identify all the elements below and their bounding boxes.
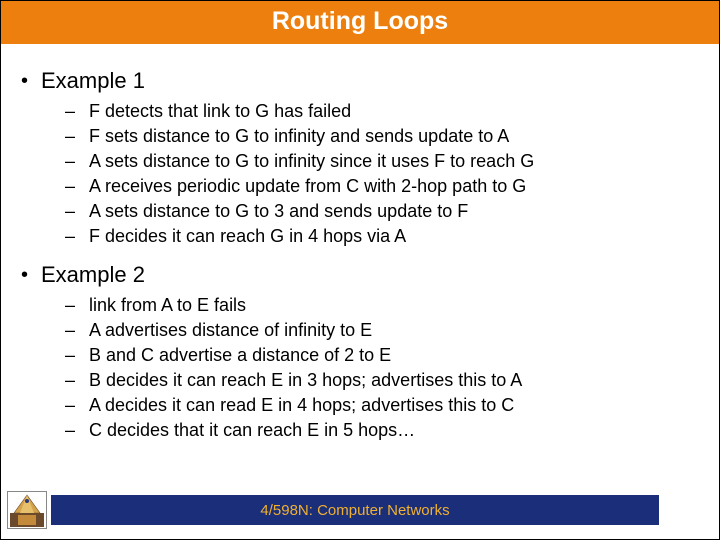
dash-icon: –	[65, 319, 89, 342]
list-item-text: link from A to E fails	[89, 294, 246, 317]
dash-icon: –	[65, 200, 89, 223]
list-item-text: A sets distance to G to infinity since i…	[89, 150, 534, 173]
slide-content: • Example 1 –F detects that link to G ha…	[1, 44, 719, 442]
list-item-text: B decides it can reach E in 3 hops; adve…	[89, 369, 522, 392]
list-item: –F detects that link to G has failed	[65, 100, 699, 123]
dash-icon: –	[65, 294, 89, 317]
bullet-example-2: • Example 2	[21, 262, 699, 288]
bullet-example-1: • Example 1	[21, 68, 699, 94]
footer-logo-icon	[7, 491, 47, 529]
list-item-text: F detects that link to G has failed	[89, 100, 351, 123]
dash-icon: –	[65, 100, 89, 123]
list-item: –A advertises distance of infinity to E	[65, 319, 699, 342]
list-item: –F decides it can reach G in 4 hops via …	[65, 225, 699, 248]
list-item-text: C decides that it can reach E in 5 hops…	[89, 419, 415, 442]
bullet-label: Example 2	[41, 262, 145, 288]
list-item-text: F decides it can reach G in 4 hops via A	[89, 225, 406, 248]
slide-title: Routing Loops	[1, 1, 719, 44]
list-item: –C decides that it can reach E in 5 hops…	[65, 419, 699, 442]
dash-icon: –	[65, 125, 89, 148]
footer-bar: 4/598N: Computer Networks	[51, 495, 659, 525]
dash-icon: –	[65, 225, 89, 248]
list-item-text: A decides it can read E in 4 hops; adver…	[89, 394, 514, 417]
list-item: –A sets distance to G to 3 and sends upd…	[65, 200, 699, 223]
list-item: –A decides it can read E in 4 hops; adve…	[65, 394, 699, 417]
list-item: –B and C advertise a distance of 2 to E	[65, 344, 699, 367]
dash-icon: –	[65, 175, 89, 198]
list-item-text: B and C advertise a distance of 2 to E	[89, 344, 391, 367]
sub-list-2: –link from A to E fails –A advertises di…	[65, 294, 699, 442]
footer-text: 4/598N: Computer Networks	[260, 502, 449, 519]
list-item-text: A receives periodic update from C with 2…	[89, 175, 526, 198]
list-item: –F sets distance to G to infinity and se…	[65, 125, 699, 148]
list-item-text: F sets distance to G to infinity and sen…	[89, 125, 509, 148]
list-item: –A receives periodic update from C with …	[65, 175, 699, 198]
bullet-dot-icon: •	[21, 68, 41, 94]
dash-icon: –	[65, 394, 89, 417]
dash-icon: –	[65, 150, 89, 173]
dash-icon: –	[65, 419, 89, 442]
list-item: –B decides it can reach E in 3 hops; adv…	[65, 369, 699, 392]
list-item-text: A advertises distance of infinity to E	[89, 319, 372, 342]
bullet-dot-icon: •	[21, 262, 41, 288]
dash-icon: –	[65, 344, 89, 367]
dash-icon: –	[65, 369, 89, 392]
bullet-label: Example 1	[41, 68, 145, 94]
footer: 4/598N: Computer Networks	[1, 491, 719, 529]
list-item: –link from A to E fails	[65, 294, 699, 317]
list-item-text: A sets distance to G to 3 and sends upda…	[89, 200, 468, 223]
slide: Routing Loops • Example 1 –F detects tha…	[0, 0, 720, 540]
sub-list-1: –F detects that link to G has failed –F …	[65, 100, 699, 248]
list-item: –A sets distance to G to infinity since …	[65, 150, 699, 173]
